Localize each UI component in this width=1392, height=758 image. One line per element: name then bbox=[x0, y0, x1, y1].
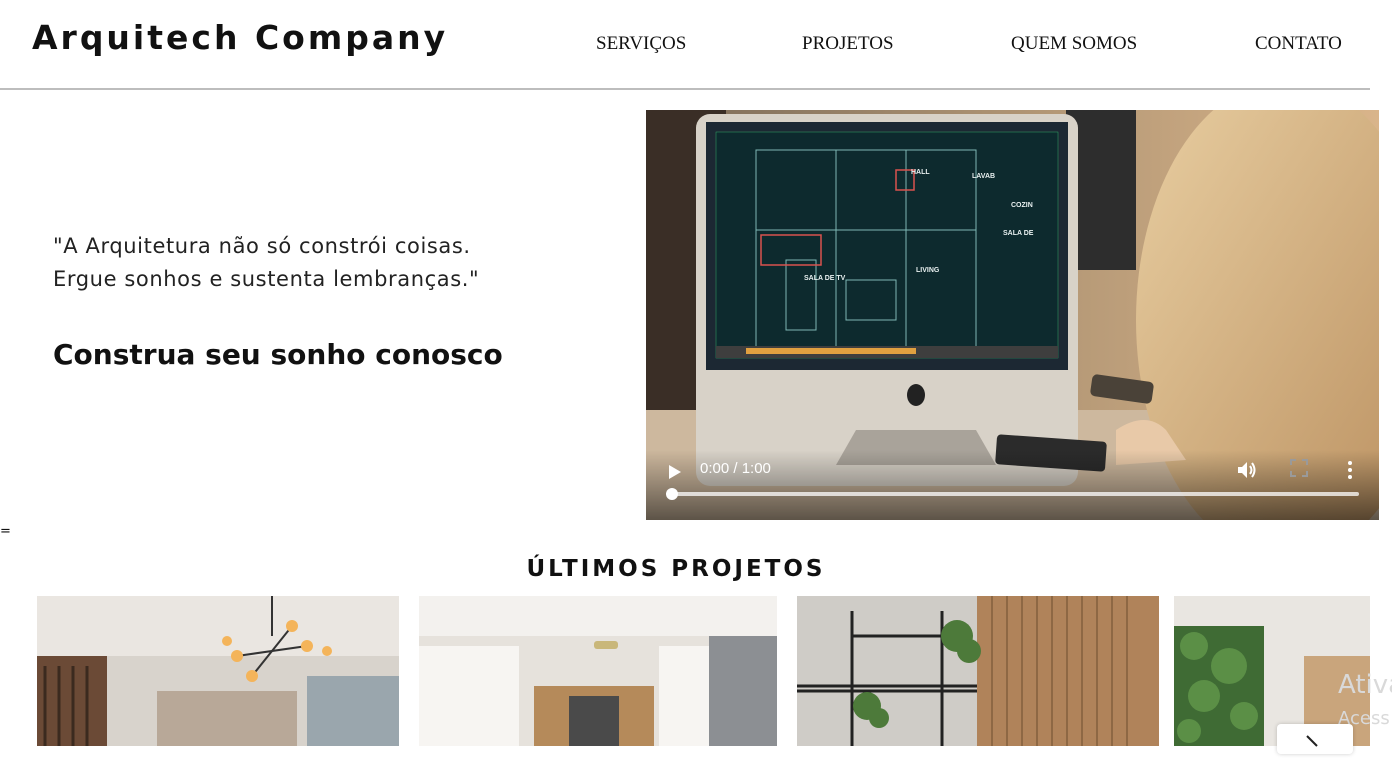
hero-quote: "A Arquitetura não só constrói coisas. E… bbox=[53, 230, 573, 296]
carousel-next-button[interactable] bbox=[1277, 724, 1353, 754]
site-logo[interactable]: Arquitech Company bbox=[32, 18, 448, 57]
screen-label-lavab: LAVAB bbox=[972, 173, 995, 180]
nav-quem-somos[interactable]: QUEM SOMOS bbox=[1011, 33, 1137, 55]
project-image bbox=[419, 596, 777, 746]
screen-label-cozin: COZIN bbox=[1011, 202, 1033, 209]
project-card[interactable] bbox=[419, 596, 777, 746]
video-progress-knob[interactable] bbox=[666, 488, 678, 500]
hero-slogan: Construa seu sonho conosco bbox=[53, 338, 503, 371]
volume-icon[interactable] bbox=[1236, 459, 1258, 481]
hero-quote-line-1: "A Arquitetura não só constrói coisas. bbox=[53, 234, 471, 258]
project-image bbox=[37, 596, 399, 746]
screen-label-hall: HALL bbox=[911, 169, 930, 176]
video-progress-bar[interactable] bbox=[670, 492, 1359, 496]
screen-label-sala-de: SALA DE bbox=[1003, 230, 1034, 237]
site-header: Arquitech Company SERVIÇOS PROJETOS QUEM… bbox=[0, 0, 1370, 90]
more-options-icon[interactable] bbox=[1344, 458, 1356, 482]
hero-quote-line-2: Ergue sonhos e sustenta lembranças." bbox=[53, 267, 480, 291]
screen-label-sala-de-tv: SALA DE TV bbox=[804, 275, 846, 282]
project-card[interactable] bbox=[797, 596, 1159, 746]
project-card[interactable] bbox=[37, 596, 399, 746]
fullscreen-icon[interactable] bbox=[1290, 459, 1308, 477]
projects-section-title: ÚLTIMOS PROJETOS bbox=[526, 556, 826, 582]
chevron-right-icon bbox=[1306, 735, 1318, 747]
stray-text: = bbox=[0, 524, 11, 539]
nav-contato[interactable]: CONTATO bbox=[1255, 33, 1342, 55]
screen-label-living: LIVING bbox=[916, 267, 940, 274]
video-controls: 0:00 / 1:00 bbox=[646, 450, 1379, 520]
activation-watermark-line-1: Ativa bbox=[1338, 670, 1392, 700]
video-time: 0:00 / 1:00 bbox=[700, 460, 771, 477]
project-image bbox=[797, 596, 1159, 746]
nav-projetos[interactable]: PROJETOS bbox=[802, 33, 894, 55]
nav-servicos[interactable]: SERVIÇOS bbox=[596, 33, 686, 55]
video-player[interactable]: HALL LAVAB COZIN SALA DE SALA DE TV LIVI… bbox=[646, 110, 1379, 520]
play-icon[interactable] bbox=[666, 460, 686, 484]
